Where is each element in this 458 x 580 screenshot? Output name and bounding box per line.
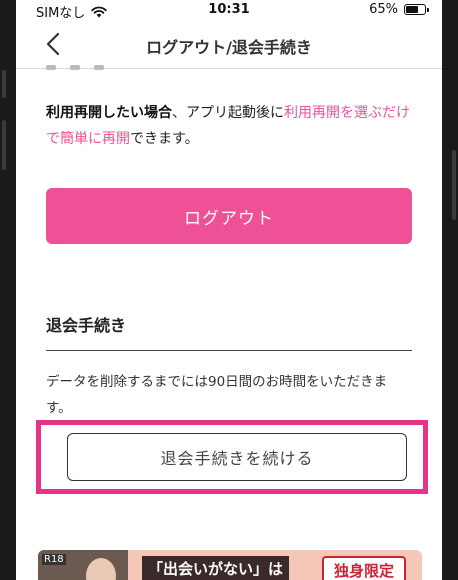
restart-text-2: できます。 — [130, 131, 199, 147]
restart-info-text: 利用再開したい場合、アプリ起動後に利用再開を選ぶだけで簡単に再開できます。 — [46, 100, 412, 152]
phone-side-button — [2, 70, 6, 98]
battery-level-fill — [406, 6, 418, 13]
withdraw-section-title: 退会手続き — [46, 312, 412, 351]
ad-badge: 独身限定 — [321, 556, 406, 580]
restart-text-1: 、アプリ起動後に — [172, 105, 284, 121]
ad-rating-tag: R18 — [42, 554, 66, 565]
restart-highlight-1: 利用再開を選ぶ — [284, 105, 382, 121]
page-title: ログアウト/退会手続き — [146, 38, 312, 57]
phone-side-button — [452, 150, 456, 220]
battery-percent: 65% — [369, 2, 398, 17]
navigation-bar: ログアウト/退会手続き — [16, 20, 442, 69]
status-bar: SIMなし 10:31 65% — [16, 0, 442, 21]
clipped-text-remnant — [46, 65, 412, 78]
restart-lead: 利用再開したい場合 — [46, 105, 172, 121]
phone-screen: SIMなし 10:31 65% ログアウト/退会手続き 利用再開したい場合、アプ… — [16, 0, 442, 580]
logout-button-label: ログアウト — [184, 208, 274, 229]
continue-withdraw-label: 退会手続きを続ける — [160, 449, 314, 468]
phone-side-button — [2, 120, 6, 170]
content-area: 利用再開したい場合、アプリ起動後に利用再開を選ぶだけで簡単に再開できます。 ログ… — [46, 65, 412, 421]
ad-banner[interactable]: R18 「出会いがない」は 独身限定 — [38, 550, 422, 580]
logout-button[interactable]: ログアウト — [46, 188, 412, 244]
battery-icon — [404, 4, 429, 15]
ad-face — [86, 558, 116, 580]
withdraw-highlight-box: 退会手続きを続ける — [36, 420, 428, 494]
battery-group: 65% — [369, 2, 429, 17]
withdraw-description: データを削除するまでには90日間のお時間をいただきます。 — [46, 374, 388, 416]
ad-headline: 「出会いがない」は — [142, 556, 290, 580]
continue-withdraw-button[interactable]: 退会手続きを続ける — [67, 433, 407, 481]
